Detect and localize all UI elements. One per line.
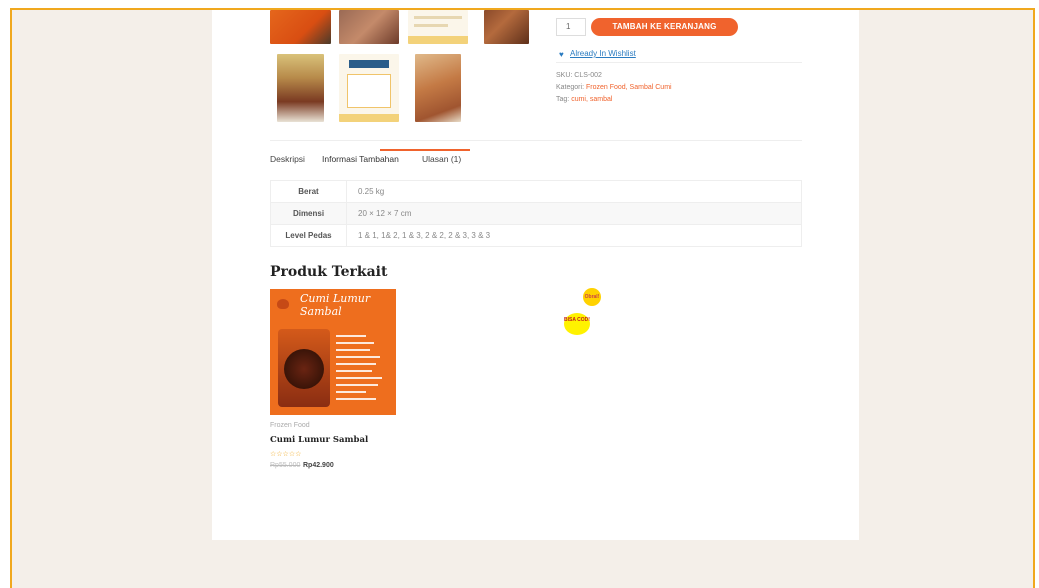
tab-informasi-tambahan[interactable]: Informasi Tambahan xyxy=(322,154,399,164)
rating-stars: ☆☆☆☆☆ xyxy=(270,451,302,458)
thumb-line xyxy=(414,16,462,19)
related-product-image[interactable]: Cumi Lumur Sambal xyxy=(270,289,396,415)
thumb-strip xyxy=(408,36,468,44)
add-to-cart-button[interactable]: TAMBAH KE KERANJANG xyxy=(591,18,738,36)
gallery-thumb-1[interactable] xyxy=(270,10,331,44)
category-links[interactable]: Frozen Food, Sambal Cumi xyxy=(586,84,672,91)
tab-ulasan[interactable]: Ulasan (1) xyxy=(422,154,461,164)
row-key: Berat xyxy=(270,180,347,203)
related-product-category[interactable]: Frozen Food xyxy=(270,422,310,429)
gallery-thumb-7[interactable] xyxy=(415,54,461,122)
sku-line: SKU: CLS-002 xyxy=(556,72,602,79)
product-page: 1 TAMBAH KE KERANJANG ♥ Already In Wishl… xyxy=(212,10,859,540)
quantity-input[interactable]: 1 xyxy=(556,18,586,36)
image-product-title: Cumi Lumur Sambal xyxy=(300,292,371,318)
sku-value: CLS-002 xyxy=(574,72,602,79)
tag-line: Tag: cumi, sambal xyxy=(556,96,612,103)
tag-links[interactable]: cumi, sambal xyxy=(571,96,612,103)
price-old: Rp55.000 xyxy=(270,462,301,469)
row-key: Dimensi xyxy=(270,202,347,225)
feature-line xyxy=(336,377,382,379)
feature-line xyxy=(336,356,380,358)
feature-line xyxy=(336,363,376,365)
thumb-badge xyxy=(349,60,389,68)
meta-divider xyxy=(556,62,802,63)
gallery-thumb-6[interactable] xyxy=(339,54,399,122)
thumb-line xyxy=(414,24,448,27)
tag-label: Tag: xyxy=(556,96,570,103)
active-tab-indicator xyxy=(380,149,470,151)
row-value: 20 × 12 × 7 cm xyxy=(346,202,802,225)
feature-line xyxy=(336,335,366,337)
row-value: 1 & 1, 1& 2, 1 & 3, 2 & 2, 2 & 3, 3 & 3 xyxy=(346,224,802,247)
feature-line xyxy=(336,391,366,393)
gallery-thumb-3[interactable] xyxy=(408,10,468,44)
table-row: Level Pedas 1 & 1, 1& 2, 1 & 3, 2 & 2, 2… xyxy=(270,224,802,247)
gallery-thumb-2[interactable] xyxy=(339,10,399,44)
thumb-card xyxy=(347,74,391,108)
row-key: Level Pedas xyxy=(270,224,347,247)
gallery-thumb-4[interactable] xyxy=(484,10,529,44)
gallery-thumb-5[interactable] xyxy=(277,54,324,122)
sku-label: SKU: xyxy=(556,72,573,79)
feature-line xyxy=(336,384,378,386)
related-product-name[interactable]: Cumi Lumur Sambal xyxy=(270,435,368,445)
sale-badge: Obral! xyxy=(583,288,601,306)
feature-line xyxy=(336,370,372,372)
row-value: 0.25 kg xyxy=(346,180,802,203)
feature-line xyxy=(336,342,374,344)
page-frame: 1 TAMBAH KE KERANJANG ♥ Already In Wishl… xyxy=(10,8,1035,588)
pouch-window xyxy=(284,349,324,389)
table-row: Dimensi 20 × 12 × 7 cm xyxy=(270,202,802,225)
bowl-icon xyxy=(277,299,289,309)
additional-info-table: Berat 0.25 kg Dimensi 20 × 12 × 7 cm Lev… xyxy=(270,180,802,247)
feature-line xyxy=(336,398,376,400)
thumb-strip xyxy=(339,114,399,122)
cod-badge: BISA COD! xyxy=(564,313,590,335)
feature-line xyxy=(336,349,370,351)
related-products-title: Produk Terkait xyxy=(270,264,388,280)
category-label: Kategori: xyxy=(556,84,585,91)
product-tabs: Deskripsi Informasi Tambahan Ulasan (1) xyxy=(270,149,802,171)
wishlist-link[interactable]: Already In Wishlist xyxy=(570,49,636,58)
price-new: Rp42.900 xyxy=(303,462,334,469)
category-line: Kategori: Frozen Food, Sambal Cumi xyxy=(556,84,672,91)
table-row: Berat 0.25 kg xyxy=(270,180,802,203)
heart-icon: ♥ xyxy=(559,50,564,59)
tab-deskripsi[interactable]: Deskripsi xyxy=(270,154,305,164)
tabs-divider xyxy=(270,140,802,141)
